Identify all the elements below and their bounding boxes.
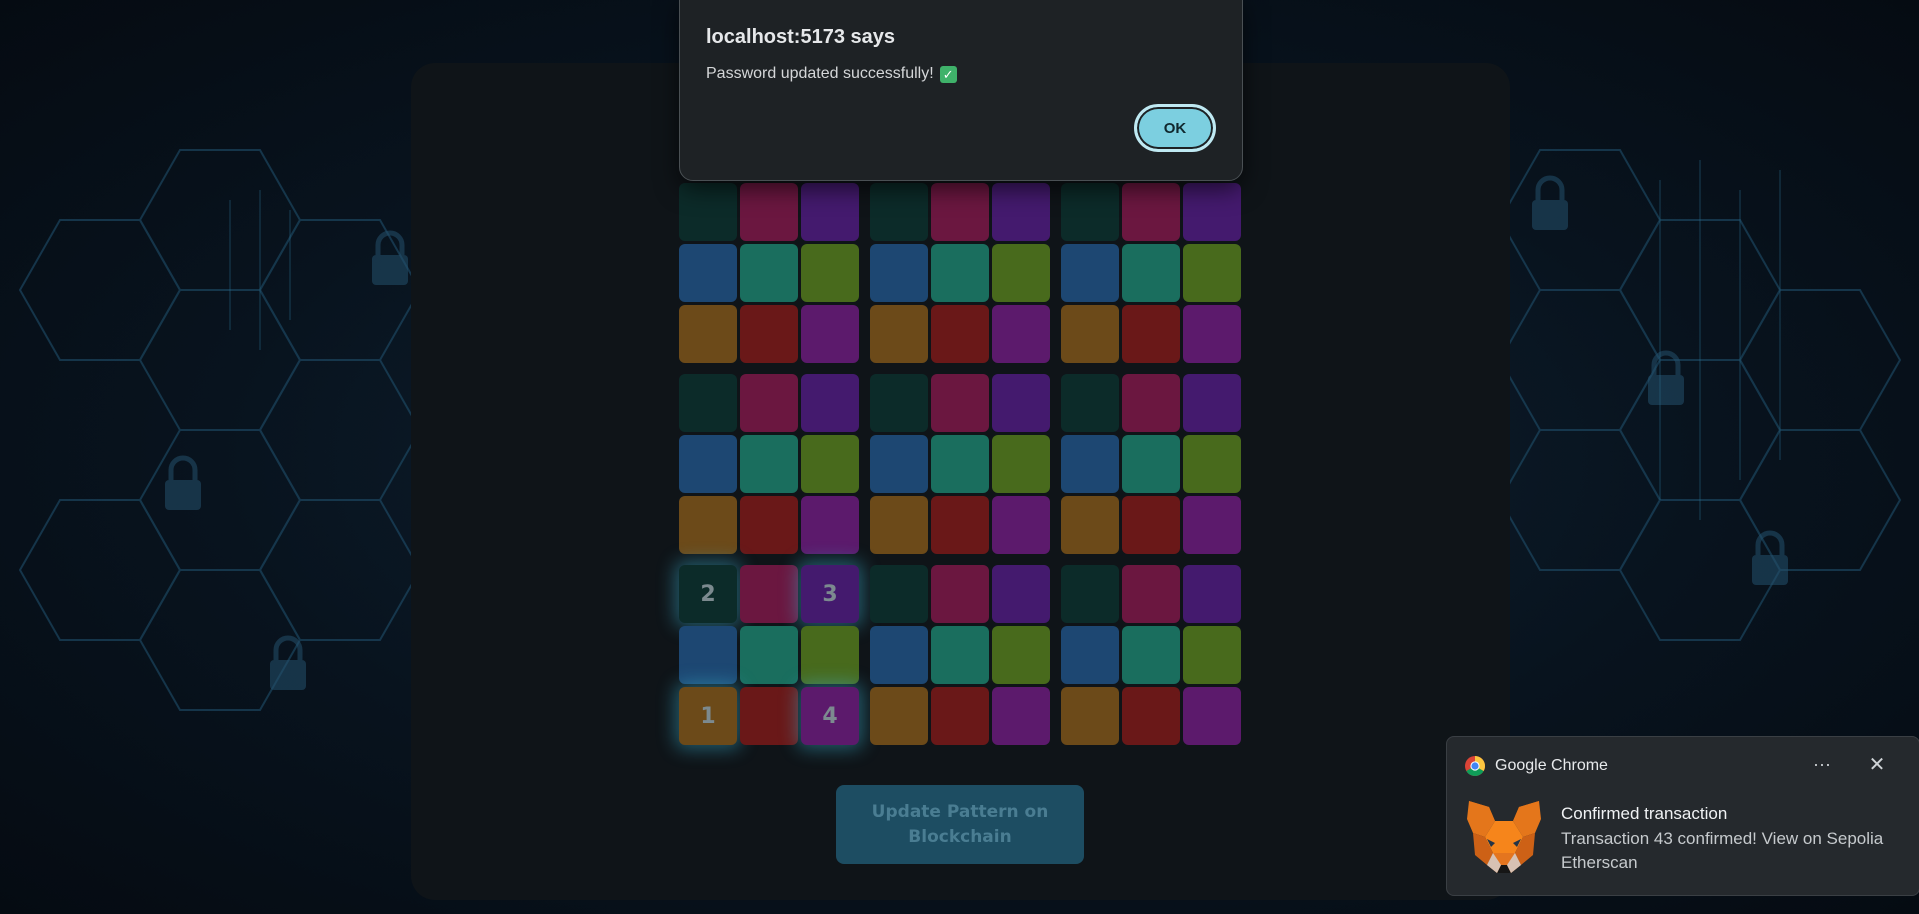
pattern-cell[interactable] xyxy=(1061,183,1119,241)
pattern-cell[interactable] xyxy=(679,435,737,493)
pattern-cell[interactable] xyxy=(931,496,989,554)
pattern-cell[interactable] xyxy=(870,496,928,554)
pattern-cell[interactable] xyxy=(679,183,737,241)
pattern-cell[interactable] xyxy=(931,305,989,363)
pattern-cell[interactable] xyxy=(740,244,798,302)
pattern-cell[interactable] xyxy=(1122,565,1180,623)
pattern-cell[interactable] xyxy=(992,435,1050,493)
pattern-cell[interactable] xyxy=(1061,565,1119,623)
pattern-cell[interactable] xyxy=(870,305,928,363)
notification-app-name: Google Chrome xyxy=(1495,757,1608,774)
pattern-cell[interactable] xyxy=(1061,305,1119,363)
pattern-cell[interactable] xyxy=(870,244,928,302)
check-mark-icon: ✓ xyxy=(939,65,957,83)
pattern-cell[interactable] xyxy=(1183,244,1241,302)
pattern-cell[interactable] xyxy=(870,183,928,241)
pattern-cell-selected[interactable]: 2 xyxy=(679,565,737,623)
pattern-cell[interactable] xyxy=(740,305,798,363)
alert-dialog: localhost:5173 says Password updated suc… xyxy=(679,0,1243,181)
pattern-cell[interactable] xyxy=(1183,496,1241,554)
pattern-cell[interactable] xyxy=(801,496,859,554)
pattern-cell[interactable] xyxy=(1122,496,1180,554)
pattern-cell[interactable] xyxy=(740,374,798,432)
update-pattern-button[interactable]: Update Pattern on Blockchain xyxy=(836,785,1084,864)
pattern-cell[interactable] xyxy=(931,687,989,745)
pattern-cell[interactable] xyxy=(679,626,737,684)
pattern-cell[interactable] xyxy=(1122,305,1180,363)
pattern-cell[interactable] xyxy=(1183,626,1241,684)
dialog-message-text: Password updated successfully! xyxy=(706,65,934,82)
ok-button[interactable]: OK xyxy=(1134,104,1216,152)
pattern-cell[interactable] xyxy=(931,374,989,432)
pattern-cell-selected[interactable]: 3 xyxy=(801,565,859,623)
pattern-cell[interactable] xyxy=(740,496,798,554)
pattern-cell[interactable] xyxy=(870,565,928,623)
pattern-cell[interactable] xyxy=(740,626,798,684)
pattern-cell[interactable] xyxy=(931,435,989,493)
pattern-cell[interactable] xyxy=(931,244,989,302)
pattern-cell[interactable] xyxy=(1122,687,1180,745)
pattern-cell[interactable] xyxy=(679,305,737,363)
pattern-cell[interactable] xyxy=(870,687,928,745)
pattern-cell[interactable] xyxy=(1183,687,1241,745)
pattern-cell[interactable] xyxy=(1061,687,1119,745)
pattern-cell[interactable] xyxy=(679,496,737,554)
pattern-cell[interactable] xyxy=(992,305,1050,363)
pattern-cell[interactable] xyxy=(1183,374,1241,432)
more-options-icon[interactable]: ··· xyxy=(1807,751,1837,779)
pattern-cell[interactable] xyxy=(870,626,928,684)
pattern-cell[interactable] xyxy=(1183,305,1241,363)
pattern-cell[interactable] xyxy=(931,626,989,684)
pattern-cell[interactable] xyxy=(992,374,1050,432)
pattern-cell[interactable] xyxy=(1183,183,1241,241)
pattern-cell[interactable] xyxy=(1122,626,1180,684)
pattern-cell[interactable] xyxy=(679,374,737,432)
pattern-cell[interactable] xyxy=(801,183,859,241)
notification-title: Confirmed transaction xyxy=(1561,804,1728,823)
pattern-cell[interactable] xyxy=(992,626,1050,684)
pattern-cell-selected[interactable]: 4 xyxy=(801,687,859,745)
pattern-cell[interactable] xyxy=(801,435,859,493)
pattern-cell[interactable] xyxy=(992,687,1050,745)
pattern-cell[interactable] xyxy=(740,565,798,623)
pattern-cell[interactable] xyxy=(931,565,989,623)
pattern-cell[interactable] xyxy=(992,244,1050,302)
pattern-cell[interactable] xyxy=(801,374,859,432)
pattern-cell[interactable] xyxy=(1122,183,1180,241)
pattern-cell[interactable] xyxy=(1183,435,1241,493)
pattern-cell[interactable] xyxy=(1061,435,1119,493)
pattern-cell[interactable] xyxy=(992,496,1050,554)
pattern-cell[interactable] xyxy=(1122,374,1180,432)
pattern-cell[interactable] xyxy=(870,374,928,432)
pattern-cell[interactable] xyxy=(1061,626,1119,684)
dialog-title: localhost:5173 says xyxy=(706,26,895,48)
pattern-cell[interactable] xyxy=(1122,435,1180,493)
pattern-cell[interactable] xyxy=(801,244,859,302)
close-icon[interactable]: ✕ xyxy=(1862,751,1892,779)
pattern-cell[interactable] xyxy=(679,244,737,302)
pattern-cell-selected[interactable]: 1 xyxy=(679,687,737,745)
pattern-cell[interactable] xyxy=(870,435,928,493)
pattern-cell[interactable] xyxy=(801,626,859,684)
pattern-cell[interactable] xyxy=(1061,496,1119,554)
chrome-notification[interactable]: Google Chrome ··· ✕ Confirmed transactio… xyxy=(1446,736,1919,896)
metamask-fox-icon xyxy=(1467,801,1541,873)
pattern-cell[interactable] xyxy=(740,183,798,241)
pattern-cell[interactable] xyxy=(992,183,1050,241)
notification-body: Transaction 43 confirmed! View on Sepoli… xyxy=(1561,829,1884,872)
pattern-cell[interactable] xyxy=(801,305,859,363)
dialog-message: Password updated successfully! ✓ xyxy=(706,65,957,83)
pattern-cell[interactable] xyxy=(992,565,1050,623)
pattern-cell[interactable] xyxy=(1183,565,1241,623)
pattern-cell[interactable] xyxy=(740,687,798,745)
pattern-cell[interactable] xyxy=(931,183,989,241)
pattern-cell[interactable] xyxy=(740,435,798,493)
chrome-icon xyxy=(1465,756,1485,776)
pattern-cell[interactable] xyxy=(1061,374,1119,432)
pattern-cell[interactable] xyxy=(1061,244,1119,302)
pattern-cell[interactable] xyxy=(1122,244,1180,302)
